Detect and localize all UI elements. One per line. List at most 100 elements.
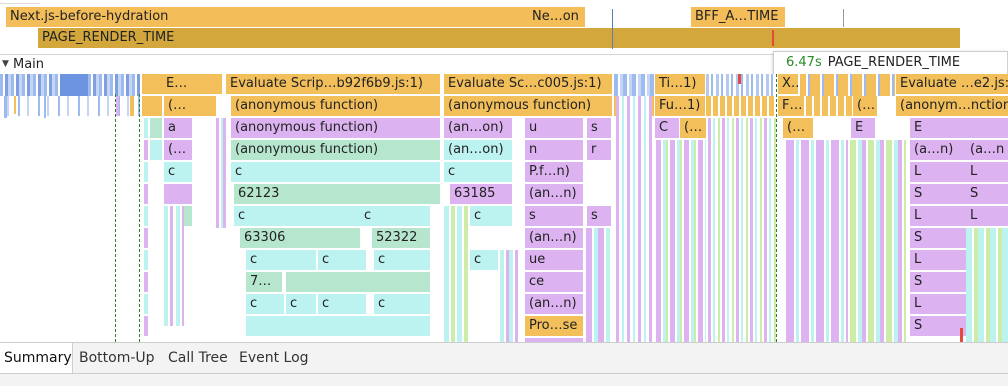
flame-sliver (116, 96, 119, 116)
tab-call-tree[interactable]: Call Tree (164, 343, 232, 373)
flame-block-anonymous[interactable]: (anonym…nction (896, 96, 1008, 116)
flame-block[interactable]: c (286, 294, 316, 314)
flame-block-evaluate-script[interactable]: Evaluate Sc…c005.js:1) (444, 74, 612, 94)
flame-block[interactable]: C (655, 118, 679, 138)
flame-block[interactable]: (… (853, 96, 877, 116)
flame-block[interactable]: E… (162, 74, 190, 94)
flame-block[interactable]: 7… (246, 272, 282, 292)
flame-dense-region (0, 96, 140, 116)
hover-tooltip: 6.47s PAGE_RENDER_TIME (773, 51, 1008, 75)
flame-block[interactable] (246, 316, 430, 336)
flame-block[interactable]: (an…n) (525, 294, 583, 314)
timing-next-on[interactable]: Ne…on (528, 7, 585, 27)
flame-block[interactable]: c (470, 206, 512, 226)
flame-block[interactable]: E (910, 118, 1008, 138)
flame-block[interactable]: c (246, 250, 316, 270)
flame-chart[interactable]: E… Evaluate Scrip…b92f6b9.js:1) Evaluate… (0, 74, 1008, 342)
flame-block[interactable]: S (910, 272, 966, 292)
flame-dense-region (614, 74, 654, 96)
flame-block[interactable]: c (318, 250, 366, 270)
flame-block[interactable]: L (910, 250, 966, 270)
tab-event-log[interactable]: Event Log (235, 343, 313, 373)
flame-block-anonymous[interactable]: (anonymous function) (231, 118, 440, 138)
flame-block[interactable]: F… (778, 96, 804, 116)
timing-next-before-hydration[interactable]: Next.js-before-hydration (6, 7, 528, 27)
flame-block-anonymous[interactable]: (anonymous function) (444, 96, 612, 116)
flame-block[interactable]: P.f…n) (525, 162, 583, 182)
flame-block[interactable]: c (246, 294, 284, 314)
flame-block[interactable]: (… (164, 96, 192, 116)
flame-block[interactable]: (a…n (966, 140, 1008, 160)
flame-block-evaluate-script[interactable]: Evaluate Scrip…b92f6b9.js:1) (226, 74, 440, 94)
flame-block[interactable]: S (910, 316, 966, 336)
timings-track: Next.js-before-hydration Ne…on BFF_A…TIM… (0, 0, 1008, 52)
tab-summary[interactable]: Summary (0, 343, 73, 373)
flame-block[interactable] (142, 74, 162, 94)
flame-block[interactable]: L (910, 206, 966, 226)
flame-block[interactable] (150, 118, 162, 138)
flame-block-anonymous[interactable]: (anonymous function) (231, 140, 440, 160)
flame-sliver (216, 118, 226, 228)
flame-block[interactable]: Fu…1) (655, 96, 705, 116)
flame-block[interactable]: c (231, 162, 440, 182)
flame-block[interactable]: 62123 (234, 184, 440, 204)
flame-block[interactable] (286, 272, 430, 292)
flame-block[interactable]: ue (525, 250, 583, 270)
flame-block[interactable]: L (910, 162, 966, 182)
flame-block[interactable] (164, 184, 192, 204)
collapse-triangle-icon[interactable]: ▼ (2, 59, 9, 69)
flame-block[interactable]: s (587, 118, 611, 138)
flame-block[interactable]: 63185 (450, 184, 512, 204)
flame-block[interactable]: S (910, 184, 966, 204)
flame-block[interactable]: c (360, 206, 430, 226)
flame-block[interactable]: X… (778, 74, 798, 94)
flame-block[interactable]: E (851, 118, 875, 138)
flame-block[interactable]: (… (783, 118, 813, 138)
flame-block[interactable]: Ti…1) (655, 74, 705, 94)
flame-block[interactable]: (an…n) (525, 228, 583, 248)
flame-block[interactable]: s (587, 206, 611, 226)
flame-block[interactable] (150, 140, 162, 160)
flame-block[interactable]: 63306 (240, 228, 360, 248)
flame-block[interactable]: a (164, 118, 192, 138)
timing-bff[interactable]: BFF_A…TIME (691, 7, 785, 27)
flame-block[interactable]: ce (525, 272, 583, 292)
flame-block[interactable]: c (164, 162, 192, 182)
flame-block[interactable]: L (966, 162, 1008, 182)
tab-bottom-up[interactable]: Bottom-Up (75, 343, 159, 373)
flame-block[interactable]: (… (164, 140, 192, 160)
tooltip-time: 6.47s (786, 55, 822, 70)
flame-red-mark (960, 328, 963, 342)
flame-block[interactable]: s (525, 206, 583, 226)
flame-block[interactable]: (an…n) (525, 184, 583, 204)
flame-block[interactable] (142, 96, 162, 116)
flame-block[interactable]: u (525, 118, 583, 138)
flame-block[interactable]: c (374, 250, 430, 270)
flame-sliver (850, 140, 906, 342)
flame-sliver (656, 140, 706, 342)
flame-block[interactable]: (a…n) (910, 140, 966, 160)
flame-block[interactable]: c (444, 162, 512, 182)
flame-block[interactable]: L (966, 206, 1008, 226)
flame-block-anonymous[interactable]: (anonymous function) (231, 96, 440, 116)
flame-block[interactable] (190, 74, 222, 94)
flame-block[interactable]: L (910, 294, 966, 314)
flame-block[interactable]: r (587, 140, 611, 160)
flame-block[interactable]: (… (680, 118, 706, 138)
flame-block[interactable]: (an…on) (444, 118, 512, 138)
flame-block-evaluate-script[interactable]: Evaluate …e2.js: (896, 74, 1008, 94)
flame-block[interactable]: c (374, 294, 430, 314)
flame-block[interactable]: S (910, 228, 966, 248)
flame-block[interactable]: (an…on) (444, 140, 512, 160)
flame-block[interactable]: 52322 (372, 228, 430, 248)
timing-page-render-time[interactable]: PAGE_RENDER_TIME (38, 28, 960, 48)
flame-block[interactable]: n (525, 140, 583, 160)
flame-block[interactable]: c (234, 206, 360, 226)
flame-sliver (708, 118, 776, 342)
flame-sliver (786, 140, 848, 342)
flame-block[interactable]: Pro…se (525, 316, 583, 336)
flame-block[interactable] (192, 96, 216, 116)
flame-block[interactable]: c (470, 250, 498, 270)
flame-block[interactable]: S (966, 184, 1008, 204)
flame-block[interactable]: c (318, 294, 366, 314)
